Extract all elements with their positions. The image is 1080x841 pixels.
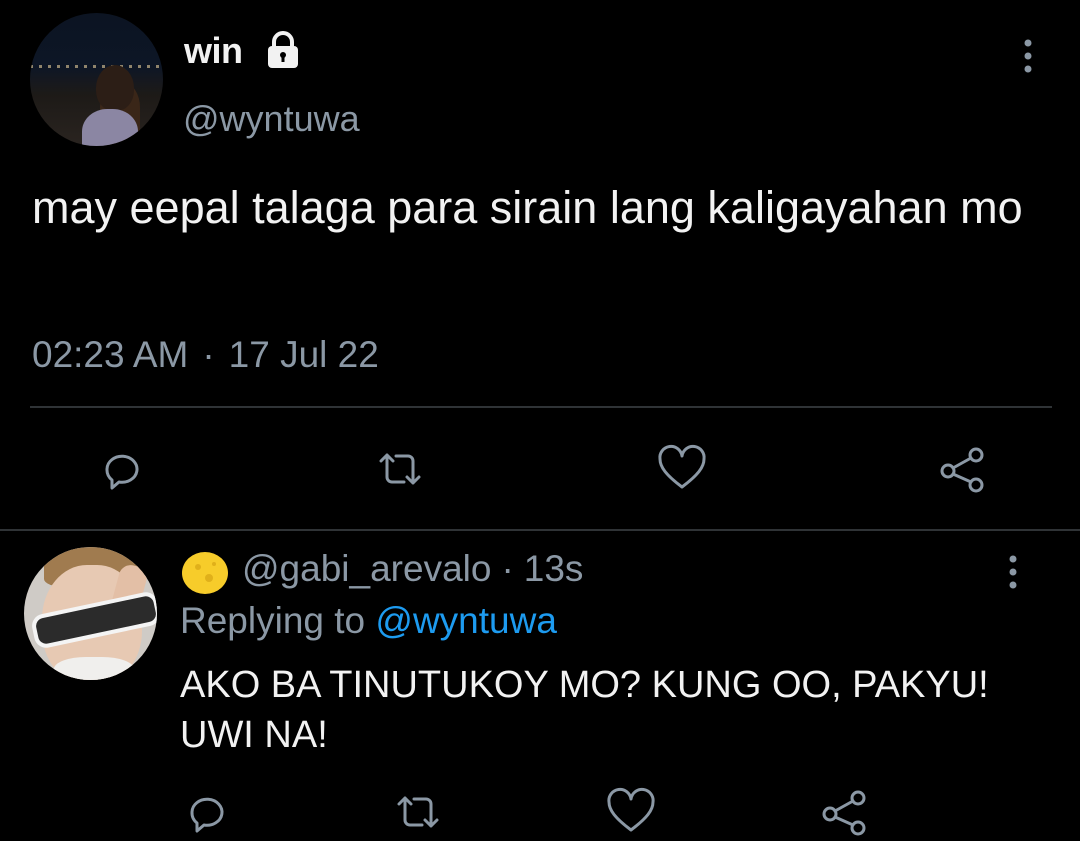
more-vertical-icon[interactable]: [1013, 36, 1043, 76]
share-icon[interactable]: [816, 784, 872, 840]
more-vertical-icon[interactable]: [998, 552, 1028, 592]
meta-separator: ·: [501, 548, 514, 589]
reply-author-avatar[interactable]: [24, 547, 157, 680]
meta-separator: ·: [202, 334, 215, 375]
tweet-timestamp[interactable]: 02:23 AM · 17 Jul 22: [32, 334, 379, 376]
reply-icon[interactable]: [178, 784, 234, 840]
divider: [0, 529, 1080, 531]
like-icon[interactable]: [603, 784, 659, 840]
reply-author-handle: @gabi_arevalo: [242, 548, 492, 589]
reply-author-line[interactable]: @gabi_arevalo · 13s: [242, 548, 583, 590]
lock-icon: [268, 31, 298, 68]
share-icon[interactable]: [934, 441, 990, 497]
author-name[interactable]: win: [184, 30, 243, 72]
author-avatar[interactable]: [30, 13, 163, 146]
divider: [30, 406, 1052, 408]
replying-to: Replying to @wyntuwa: [180, 600, 557, 642]
retweet-icon[interactable]: [372, 441, 428, 497]
tweet-text: may eepal talaga para sirain lang kaliga…: [32, 182, 1023, 233]
replying-prefix: Replying to: [180, 600, 366, 641]
like-icon[interactable]: [654, 441, 710, 497]
reply-text: AKO BA TINUTUKOY MO? KUNG OO, PAKYU! UWI…: [180, 664, 989, 756]
tweet-date: 17 Jul 22: [228, 334, 379, 375]
reply-icon[interactable]: [93, 441, 149, 497]
crescent-moon-emoji: [182, 552, 228, 594]
replying-handle-link[interactable]: @wyntuwa: [375, 600, 557, 641]
tweet-time: 02:23 AM: [32, 334, 189, 375]
retweet-icon[interactable]: [390, 784, 446, 840]
author-handle[interactable]: @wyntuwa: [183, 98, 360, 140]
reply-time: 13s: [523, 548, 584, 589]
